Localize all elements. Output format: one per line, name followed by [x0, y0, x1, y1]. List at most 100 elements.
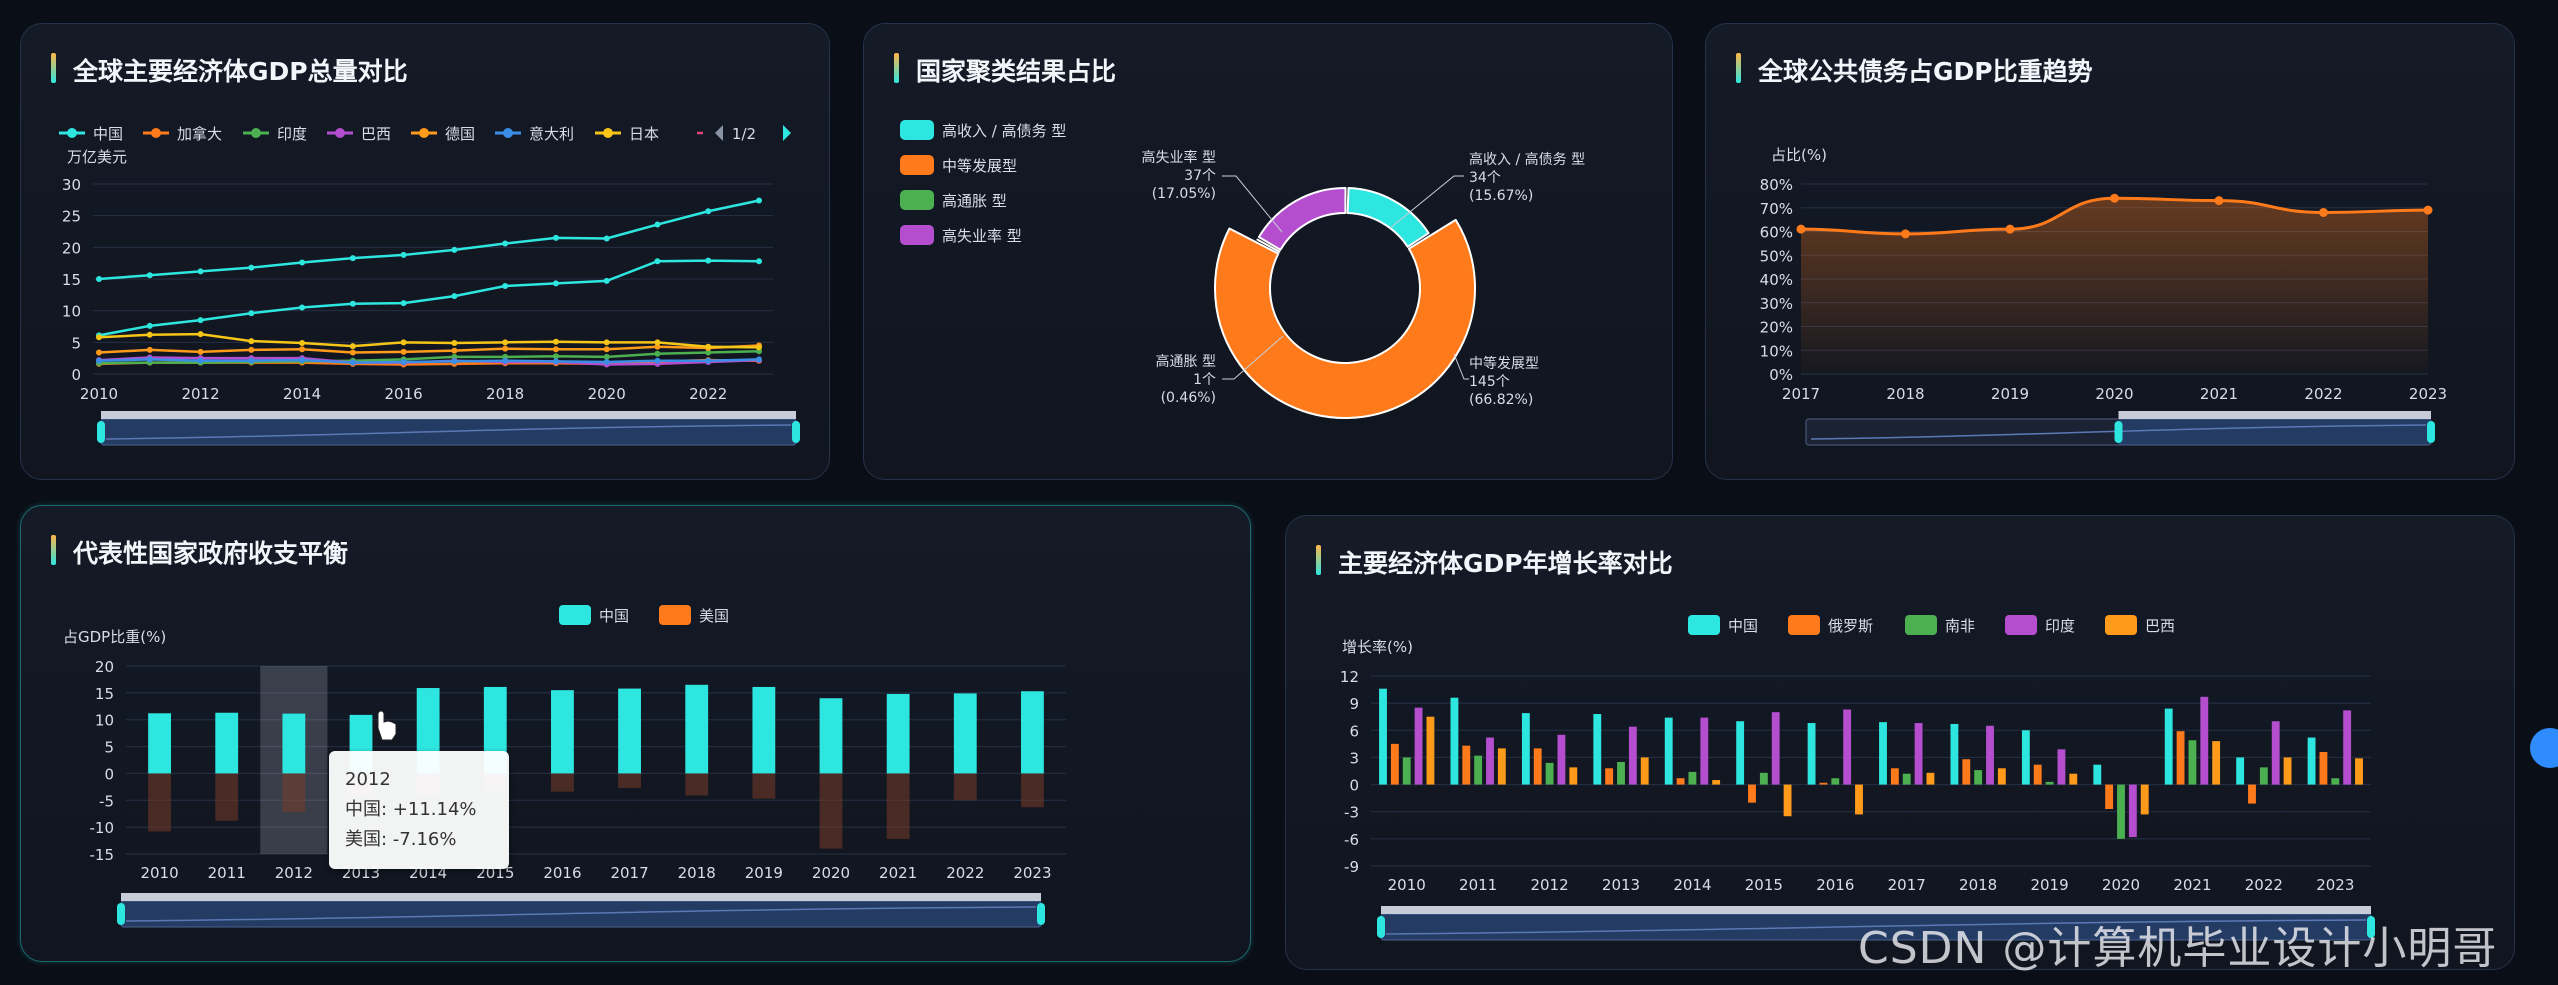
bar [2283, 757, 2292, 785]
growth-chart[interactable]: -9 -6 -3 0 3 6 9 12 增长率(%) 中国 俄罗斯 南非 印度 巴西 2010 2011 201… [1286, 516, 2515, 970]
x-tick-label: 2020 [588, 385, 626, 403]
bar [618, 773, 641, 788]
chart-tooltip: 2012 中国: +11.14% 美国: -7.16% [329, 751, 509, 869]
y-tick-label: 70% [1760, 200, 1793, 218]
legend-label: 中等发展型 [942, 157, 1017, 175]
x-tick-label: 2017 [1888, 876, 1926, 894]
bar [551, 690, 574, 774]
legend-label: 巴西 [2145, 617, 2175, 635]
bar [1497, 748, 1506, 785]
bar [1664, 717, 1673, 785]
cluster-pie-chart[interactable]: 高收入 / 高债务 型中等发展型高通胀 型高失业率 型高收入 / 高债务 型34… [864, 24, 1673, 480]
y-tick-label: 20 [62, 239, 81, 257]
zoom-slider-window [2118, 419, 2431, 445]
bar [1521, 713, 1530, 785]
bar [1962, 759, 1971, 785]
slice-label: 高收入 / 高债务 型 [1469, 151, 1585, 168]
debt-chart[interactable]: 0% 10% 20% 30% 40% 50% 60% 70% 80% 占比(%) 2017 2018 2… [1706, 24, 2515, 480]
data-point [603, 339, 610, 346]
x-tick-label: 2010 [1388, 876, 1426, 894]
slice-label: 37个 [1184, 168, 1216, 184]
bar [1688, 771, 1697, 785]
bar [1986, 725, 1994, 785]
y-tick-label: -6 [1344, 831, 1359, 849]
data-point [299, 357, 306, 364]
zoom-slider-handle [1037, 903, 1045, 925]
zoom-slider-bar [2118, 411, 2431, 419]
bar [2033, 764, 2042, 785]
data-point [603, 277, 610, 284]
bar [752, 773, 776, 799]
bar [1402, 757, 1411, 785]
side-scroll-button[interactable] [2530, 728, 2558, 768]
zoom-slider-handle [1377, 916, 1385, 938]
y-tick-label: -5 [99, 792, 114, 810]
bar [2176, 731, 2185, 785]
x-tick-label: 2020 [2102, 876, 2140, 894]
legend-label: 高失业率 型 [942, 227, 1022, 245]
bar [1426, 716, 1435, 785]
data-point [349, 300, 356, 307]
data-point [654, 357, 661, 364]
zoom-slider-handle [2427, 421, 2435, 443]
y-tick-label: 5 [104, 739, 114, 757]
bar [1021, 691, 1044, 774]
x-tick-label: 2015 [1745, 876, 1783, 894]
gdp-chart[interactable]: 0 5 10 15 20 25 30 万亿美元 2010 2012 2014 2016 2018 2020… [21, 24, 830, 480]
bar [953, 773, 977, 801]
y-tick-label: 0 [1349, 777, 1359, 795]
bar [2236, 757, 2245, 785]
x-tick-label: 2022 [2304, 385, 2342, 403]
x-tick-label: 2012 [275, 864, 313, 882]
zoom-slider-bar [101, 411, 796, 419]
data-point [299, 304, 306, 311]
bar [1771, 712, 1780, 785]
x-tick-label: 2020 [2095, 385, 2133, 403]
bar [1783, 784, 1792, 817]
y-tick-label: 15 [95, 685, 114, 703]
bar [1021, 773, 1044, 808]
legend-swatch [900, 225, 934, 245]
x-tick-label: 2022 [946, 864, 984, 882]
x-tick-label: 2018 [678, 864, 716, 882]
bar [1712, 780, 1721, 785]
data-point [705, 343, 712, 350]
legend-marker [335, 128, 345, 138]
legend-marker [603, 128, 613, 138]
legend-label: 高通胀 型 [942, 192, 1007, 210]
legend-marker [151, 128, 161, 138]
debt-panel: 全球公共债务占GDP比重趋势 0% 10% 20% 30% 40% 50% 60% 70% 80… [1705, 23, 2515, 480]
data-point [451, 246, 458, 253]
data-point [756, 258, 762, 265]
balance-chart[interactable]: -15 -10 -5 0 5 10 15 20 占GDP比重(%) 中国 美国 2010 2011 201… [21, 506, 1251, 962]
legend-next-icon [783, 125, 791, 141]
slice-label: (17.05%) [1152, 186, 1216, 202]
bar [1819, 782, 1828, 785]
bar [1807, 723, 1816, 785]
bar [1879, 722, 1887, 785]
y-tick-label: 5 [71, 334, 81, 352]
x-tick-label: 2011 [1459, 876, 1497, 894]
data-point [349, 255, 356, 262]
legend-label: 印度 [277, 125, 307, 143]
bar [2128, 784, 2137, 838]
x-tick-label: 2016 [385, 385, 423, 403]
bar [1855, 784, 1863, 815]
zoom-slider-handle [97, 421, 105, 443]
bar [1843, 709, 1852, 785]
data-point [603, 358, 610, 365]
series-line [98, 199, 760, 281]
data-point [603, 346, 610, 353]
x-tick-label: 2019 [2030, 876, 2068, 894]
bar [1379, 688, 1387, 785]
bar [1997, 768, 2006, 785]
data-point [197, 317, 204, 324]
legend-label: 印度 [2045, 617, 2075, 635]
data-point [349, 359, 356, 366]
x-tick-label: 2017 [610, 864, 648, 882]
bar [819, 773, 843, 849]
data-point [248, 264, 255, 271]
tooltip-line: 中国: +11.14% [345, 799, 477, 820]
data-point [756, 356, 762, 363]
bar [1569, 767, 1578, 785]
